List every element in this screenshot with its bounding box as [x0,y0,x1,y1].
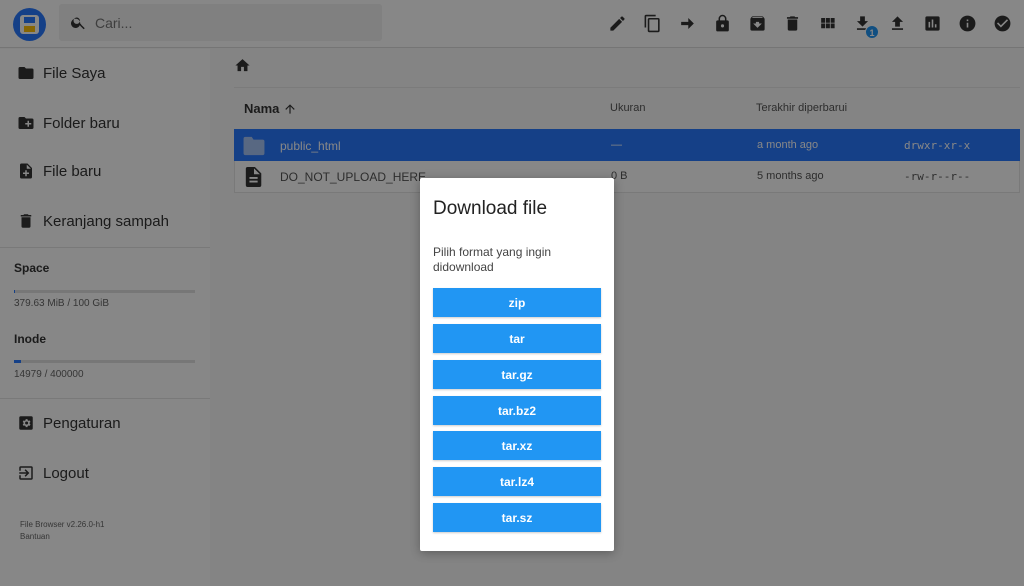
download-dialog: Download file Pilih format yang ingin di… [420,178,614,551]
format-button-tar-sz[interactable]: tar.sz [433,503,601,532]
dialog-title: Download file [433,198,548,219]
format-button-tar-lz4[interactable]: tar.lz4 [433,467,601,496]
format-button-tar-gz[interactable]: tar.gz [433,360,601,389]
format-button-tar[interactable]: tar [433,324,601,353]
dialog-message: Pilih format yang ingin didownload [433,245,552,274]
format-button-tar-bz2[interactable]: tar.bz2 [433,396,601,425]
format-button-tar-xz[interactable]: tar.xz [433,431,601,460]
format-button-zip[interactable]: zip [433,288,601,317]
